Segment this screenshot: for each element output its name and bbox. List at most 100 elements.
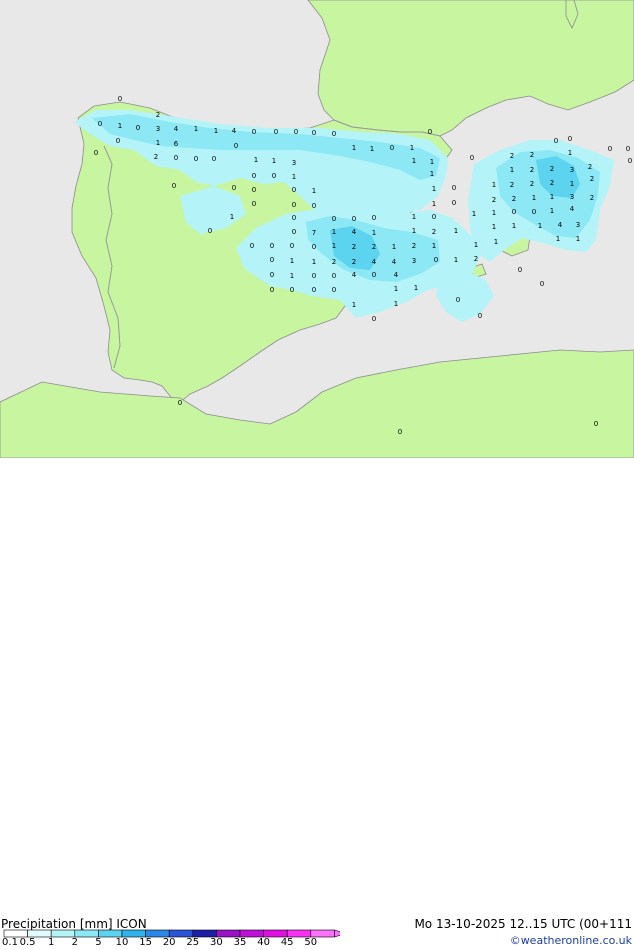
precip-value-10: 0 bbox=[252, 128, 256, 136]
color-swatch-1 bbox=[27, 929, 52, 938]
precip-value-9: 4 bbox=[232, 127, 237, 135]
precip-value-40: 0 bbox=[608, 145, 612, 153]
precip-value-29: 1 bbox=[254, 156, 258, 164]
precip-value-69: 3 bbox=[570, 193, 574, 201]
precip-value-65: 2 bbox=[492, 196, 496, 204]
scale-tick-8: 25 bbox=[186, 937, 200, 948]
precip-value-15: 0 bbox=[428, 128, 432, 136]
scale-tick-4: 5 bbox=[95, 937, 102, 948]
precip-value-19: 0 bbox=[234, 142, 238, 150]
precip-value-87: 1 bbox=[412, 213, 416, 221]
color-swatch-5 bbox=[121, 929, 146, 938]
precip-value-70: 2 bbox=[590, 194, 594, 202]
precip-value-134: 4 bbox=[394, 271, 399, 279]
color-scale-ticks: 0.1 0.5 1 2 5 10 15 20 25 30 35 40 45 50 bbox=[0, 938, 330, 950]
precip-value-23: 1 bbox=[410, 144, 414, 152]
precip-value-106: 0 bbox=[250, 242, 254, 250]
precip-value-71: 0 bbox=[252, 200, 256, 208]
scale-tick-1: 0.5 bbox=[19, 937, 36, 948]
precip-value-146: 0 bbox=[372, 315, 376, 323]
precip-value-104: 1 bbox=[556, 235, 560, 243]
precip-value-39: 1 bbox=[568, 149, 572, 157]
precip-value-137: 0 bbox=[290, 286, 294, 294]
color-swatch-9 bbox=[216, 929, 241, 938]
precip-value-101: 2 bbox=[432, 228, 436, 236]
precip-value-79: 0 bbox=[532, 208, 536, 216]
color-swatch-4 bbox=[98, 929, 123, 938]
precip-value-77: 1 bbox=[492, 209, 496, 217]
precip-value-55: 2 bbox=[550, 179, 554, 187]
precip-value-111: 2 bbox=[352, 243, 356, 251]
precip-value-112: 2 bbox=[372, 243, 376, 251]
scale-tick-3: 2 bbox=[71, 937, 78, 948]
precip-value-127: 2 bbox=[474, 255, 478, 263]
color-swatch-11 bbox=[263, 929, 288, 938]
precip-value-103: 1 bbox=[494, 238, 498, 246]
precip-value-61: 0 bbox=[292, 186, 296, 194]
precip-value-130: 0 bbox=[312, 272, 316, 280]
precip-value-85: 0 bbox=[352, 215, 356, 223]
precip-value-128: 0 bbox=[270, 271, 274, 279]
precip-value-74: 1 bbox=[432, 200, 436, 208]
precip-value-31: 3 bbox=[292, 159, 296, 167]
color-swatch-13 bbox=[310, 929, 335, 938]
precip-value-38: 2 bbox=[530, 151, 534, 159]
precip-value-6: 4 bbox=[174, 125, 179, 133]
precip-value-132: 4 bbox=[352, 271, 357, 279]
precip-value-24: 0 bbox=[94, 149, 98, 157]
precip-value-120: 2 bbox=[332, 258, 336, 266]
precip-value-107: 0 bbox=[270, 242, 274, 250]
precip-value-99: 1 bbox=[372, 229, 376, 237]
precip-value-126: 1 bbox=[454, 256, 458, 264]
precip-value-51: 1 bbox=[430, 170, 434, 178]
precip-value-21: 1 bbox=[370, 145, 374, 153]
precip-value-54: 2 bbox=[530, 180, 534, 188]
precip-value-53: 2 bbox=[510, 181, 514, 189]
precip-value-92: 4 bbox=[558, 221, 563, 229]
precip-value-72: 0 bbox=[292, 201, 296, 209]
precip-value-125: 0 bbox=[434, 256, 438, 264]
precip-value-149: 0 bbox=[398, 428, 402, 436]
precip-value-59: 0 bbox=[232, 184, 236, 192]
precip-value-60: 0 bbox=[252, 186, 256, 194]
precip-value-11: 0 bbox=[274, 128, 278, 136]
credit-link[interactable]: ©weatheronline.co.uk bbox=[510, 934, 632, 948]
precip-value-73: 0 bbox=[312, 202, 316, 210]
precip-value-109: 0 bbox=[312, 243, 316, 251]
precip-value-139: 0 bbox=[332, 286, 336, 294]
precip-value-25: 2 bbox=[154, 153, 158, 161]
precip-value-135: 0 bbox=[518, 266, 522, 274]
precip-value-97: 1 bbox=[332, 228, 336, 236]
precip-value-18: 6 bbox=[174, 140, 179, 148]
precip-value-12: 0 bbox=[294, 128, 298, 136]
precip-value-27: 0 bbox=[194, 155, 198, 163]
precip-value-91: 1 bbox=[538, 222, 542, 230]
precip-value-141: 1 bbox=[414, 284, 418, 292]
precip-value-47: 2 bbox=[588, 163, 592, 171]
precip-value-148: 0 bbox=[178, 399, 182, 407]
scale-tick-12: 45 bbox=[280, 937, 294, 948]
color-swatch-3 bbox=[74, 929, 99, 938]
precip-value-33: 1 bbox=[430, 158, 434, 166]
color-swatch-7 bbox=[168, 929, 194, 938]
precip-value-66: 2 bbox=[512, 195, 516, 203]
precip-value-32: 1 bbox=[412, 157, 416, 165]
precip-value-150: 0 bbox=[594, 420, 598, 428]
precip-value-100: 1 bbox=[412, 227, 416, 235]
scale-tick-9: 30 bbox=[210, 937, 223, 948]
precip-value-145: 1 bbox=[394, 300, 398, 308]
precip-value-113: 1 bbox=[392, 243, 396, 251]
precip-value-123: 4 bbox=[392, 258, 397, 266]
precip-value-30: 1 bbox=[272, 157, 276, 165]
precip-value-88: 0 bbox=[432, 213, 436, 221]
precip-value-116: 1 bbox=[474, 241, 478, 249]
precip-value-5: 3 bbox=[156, 125, 160, 133]
precip-value-98: 4 bbox=[352, 228, 357, 236]
precip-value-115: 1 bbox=[432, 242, 436, 250]
precip-value-20: 1 bbox=[352, 144, 356, 152]
precip-value-114: 2 bbox=[412, 242, 416, 250]
scale-tick-0: 0.1 bbox=[2, 937, 18, 948]
precip-value-68: 1 bbox=[550, 193, 554, 201]
precip-value-2: 0 bbox=[98, 120, 102, 128]
scale-tick-6: 15 bbox=[139, 937, 152, 948]
